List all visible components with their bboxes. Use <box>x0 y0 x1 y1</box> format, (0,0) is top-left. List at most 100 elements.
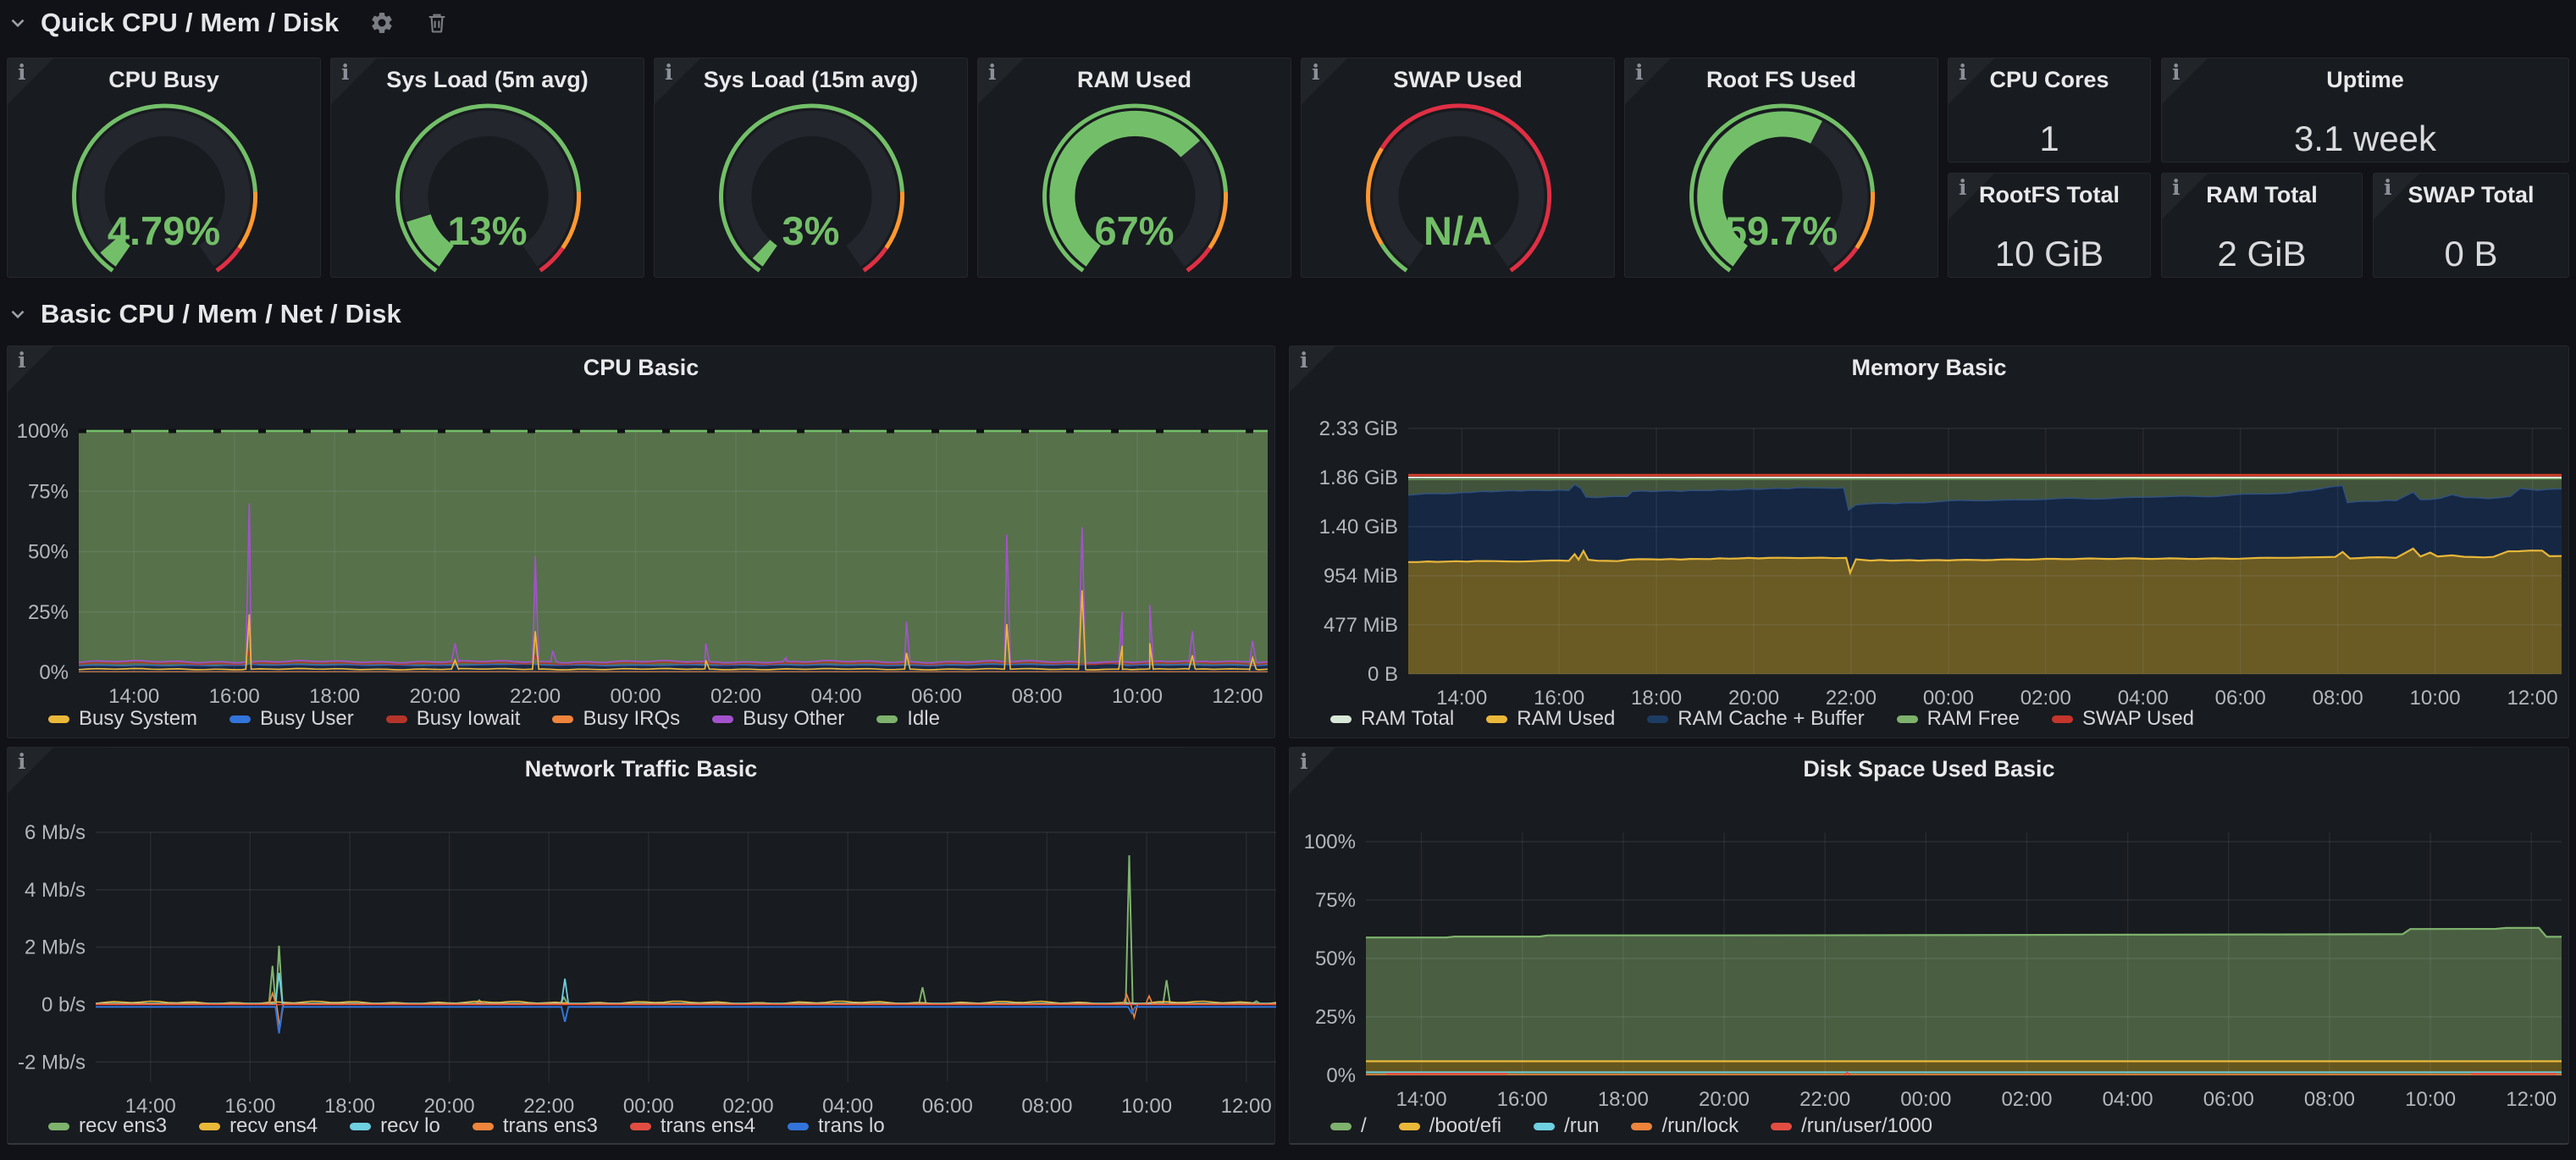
legend-label: /run/user/1000 <box>1801 1114 1932 1138</box>
chevron-down-icon <box>7 303 29 325</box>
gauge-value: N/A <box>1302 207 1614 254</box>
legend-swatch <box>229 715 251 723</box>
svg-text:04:00: 04:00 <box>811 685 862 708</box>
svg-text:02:00: 02:00 <box>710 685 761 708</box>
legend-swatch <box>199 1123 220 1130</box>
legend-item[interactable]: Busy Other <box>712 707 844 731</box>
panel-cpu-busy: i CPU Busy 4.79% <box>7 58 321 278</box>
network-traffic-chart: -2 Mb/s0 b/s2 Mb/s4 Mb/s6 Mb/s14:0016:00… <box>8 748 1276 1146</box>
cpu-basic-chart: 0%25%50%75%100%14:0016:0018:0020:0022:00… <box>8 346 1276 739</box>
svg-text:16:00: 16:00 <box>1497 1088 1548 1111</box>
svg-text:18:00: 18:00 <box>1631 687 1682 710</box>
legend-item[interactable]: Busy User <box>229 707 354 731</box>
svg-text:08:00: 08:00 <box>1011 685 1062 708</box>
legend-item[interactable]: /run/user/1000 <box>1771 1114 1932 1138</box>
legend-item[interactable]: / <box>1330 1114 1367 1138</box>
svg-text:20:00: 20:00 <box>1699 1088 1750 1111</box>
svg-text:10:00: 10:00 <box>2410 687 2461 710</box>
svg-text:06:00: 06:00 <box>2215 687 2266 710</box>
svg-text:12:00: 12:00 <box>2507 687 2557 710</box>
legend-item[interactable]: /run/lock <box>1631 1114 1739 1138</box>
legend-item[interactable]: Idle <box>876 707 940 731</box>
legend-item[interactable]: /run <box>1534 1114 1599 1138</box>
panel-title[interactable]: Uptime <box>2162 67 2568 93</box>
svg-text:10:00: 10:00 <box>1121 1095 1172 1118</box>
panel-uptime: i Uptime 3.1 week <box>2161 58 2569 163</box>
legend-item[interactable]: trans ens3 <box>473 1114 598 1138</box>
legend-item[interactable]: RAM Cache + Buffer <box>1647 707 1864 731</box>
panel-title[interactable]: RAM Total <box>2162 182 2362 208</box>
legend-item[interactable]: trans lo <box>788 1114 885 1138</box>
legend-label: Busy Iowait <box>417 707 521 731</box>
legend-swatch <box>788 1123 809 1130</box>
svg-text:10:00: 10:00 <box>2405 1088 2456 1111</box>
legend-item[interactable]: Busy Iowait <box>386 707 521 731</box>
cpu-basic-legend: Busy System Busy User Busy Iowait Busy IRQs… <box>48 707 940 731</box>
panel-ram-used: i RAM Used 67% <box>977 58 1291 278</box>
legend-item[interactable]: recv lo <box>350 1114 440 1138</box>
svg-text:22:00: 22:00 <box>1799 1088 1850 1111</box>
section-title[interactable]: Quick CPU / Mem / Disk <box>41 8 339 38</box>
svg-text:14:00: 14:00 <box>1436 687 1487 710</box>
disk-space-chart: 0%25%50%75%100%14:0016:0018:0020:0022:00… <box>1290 748 2570 1146</box>
legend-swatch <box>2052 715 2073 723</box>
svg-text:75%: 75% <box>1315 889 1356 912</box>
legend-label: RAM Free <box>1927 707 2020 731</box>
legend-item[interactable]: SWAP Used <box>2052 707 2194 731</box>
legend-label: RAM Total <box>1361 707 1454 731</box>
svg-text:1.86 GiB: 1.86 GiB <box>1319 467 1398 489</box>
svg-text:0 B: 0 B <box>1368 663 1398 686</box>
svg-text:75%: 75% <box>28 480 69 503</box>
legend-swatch <box>386 715 407 723</box>
svg-text:0%: 0% <box>39 661 69 684</box>
legend-swatch <box>1771 1123 1792 1130</box>
legend-item[interactable]: recv ens4 <box>199 1114 318 1138</box>
chevron-down-icon <box>7 12 29 34</box>
svg-text:25%: 25% <box>28 601 69 624</box>
panel-disk-space-used-basic: i Disk Space Used Basic 0%25%50%75%100%1… <box>1289 747 2569 1145</box>
panel-ram-total: i RAM Total 2 GiB <box>2161 173 2363 278</box>
gauge-value: 13% <box>331 207 644 254</box>
memory-basic-legend: RAM Total RAM Used RAM Cache + Buffer RAM F… <box>1330 707 2194 731</box>
legend-item[interactable]: /boot/efi <box>1399 1114 1501 1138</box>
legend-item[interactable]: RAM Used <box>1486 707 1615 731</box>
panel-title[interactable]: RootFS Total <box>1949 182 2150 208</box>
row-header-quick[interactable]: Quick CPU / Mem / Disk <box>7 3 449 42</box>
legend-label: recv ens3 <box>79 1114 167 1138</box>
legend-label: RAM Used <box>1517 707 1615 731</box>
legend-item[interactable]: Busy System <box>48 707 197 731</box>
legend-label: /run <box>1564 1114 1599 1138</box>
trash-icon[interactable] <box>425 11 449 35</box>
panel-cpu-cores: i CPU Cores 1 <box>1948 58 2151 163</box>
row-header-basic[interactable]: Basic CPU / Mem / Net / Disk <box>7 295 401 334</box>
stat-value: 2 GiB <box>2162 234 2362 274</box>
svg-text:10:00: 10:00 <box>1112 685 1163 708</box>
legend-label: /boot/efi <box>1429 1114 1501 1138</box>
panel-title[interactable]: SWAP Total <box>2374 182 2568 208</box>
grafana-dashboard: Quick CPU / Mem / Disk Basic CPU / Mem /… <box>0 0 2576 1160</box>
memory-basic-chart: 0 B477 MiB954 MiB1.40 GiB1.86 GiB2.33 Gi… <box>1290 346 2570 739</box>
svg-text:2.33 GiB: 2.33 GiB <box>1319 417 1398 440</box>
gear-icon[interactable] <box>369 10 395 36</box>
svg-text:20:00: 20:00 <box>410 685 461 708</box>
svg-text:06:00: 06:00 <box>911 685 962 708</box>
legend-swatch <box>48 1123 69 1130</box>
legend-item[interactable]: RAM Free <box>1897 707 2020 731</box>
gauge-value: 67% <box>978 207 1291 254</box>
legend-item[interactable]: recv ens3 <box>48 1114 167 1138</box>
section-title[interactable]: Basic CPU / Mem / Net / Disk <box>41 299 401 329</box>
legend-swatch <box>1330 715 1352 723</box>
svg-text:06:00: 06:00 <box>922 1095 973 1118</box>
panel-sys-load-5m: i Sys Load (5m avg) 13% <box>330 58 644 278</box>
legend-swatch <box>1399 1123 1420 1130</box>
legend-item[interactable]: trans ens4 <box>630 1114 755 1138</box>
svg-text:04:00: 04:00 <box>2118 687 2169 710</box>
legend-item[interactable]: Busy IRQs <box>552 707 680 731</box>
panel-title[interactable]: CPU Cores <box>1949 67 2150 93</box>
legend-item[interactable]: RAM Total <box>1330 707 1454 731</box>
svg-text:02:00: 02:00 <box>2020 687 2071 710</box>
panel-cpu-basic: i CPU Basic 0%25%50%75%100%14:0016:0018:… <box>7 345 1275 738</box>
legend-swatch <box>473 1123 494 1130</box>
svg-text:22:00: 22:00 <box>510 685 561 708</box>
panel-swap-total: i SWAP Total 0 B <box>2373 173 2569 278</box>
